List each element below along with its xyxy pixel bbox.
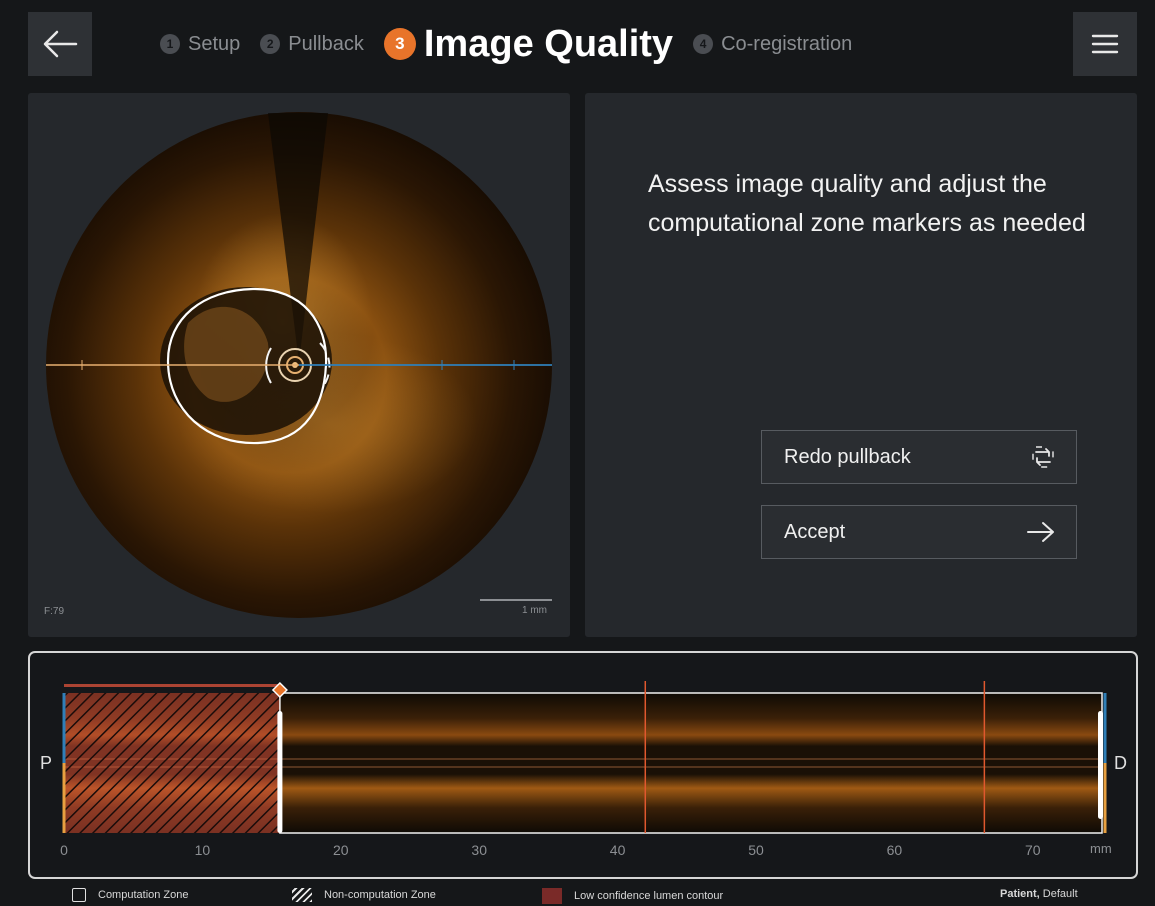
menu-button[interactable] [1073, 12, 1137, 76]
patient-value: Default [1042, 888, 1078, 900]
repeat-icon [1032, 446, 1054, 468]
axis-unit: mm [1090, 841, 1112, 856]
patient-label: Patient, [1000, 888, 1040, 900]
longitudinal-view[interactable]: P D 0 10 20 30 40 50 60 70 mm [28, 651, 1138, 879]
step-pullback[interactable]: 2 Pullback [260, 33, 364, 56]
arrow-right-icon [1027, 522, 1054, 542]
legend-low-confidence-label: Low confidence lumen contour [574, 890, 724, 902]
step-co-registration[interactable]: 4 Co-registration [693, 33, 852, 56]
hamburger-menu-icon [1091, 34, 1119, 54]
patient-info: Patient, Default [1000, 888, 1078, 900]
step-label: Pullback [288, 32, 364, 55]
low-confidence-strip [64, 684, 280, 687]
axis-tick-label: 70 [1025, 842, 1041, 858]
scale-label: 1 mm [522, 605, 547, 616]
redo-pullback-button[interactable]: Redo pullback [761, 430, 1077, 484]
arrow-left-icon [43, 30, 78, 58]
axis-tick-label: 50 [748, 842, 764, 858]
legend-computation-zone: Computation Zone [72, 888, 189, 902]
low-confidence-swatch [542, 888, 562, 904]
start-zone-handle[interactable] [277, 711, 283, 833]
hatch-swatch [292, 888, 312, 902]
axis-tick-label: 10 [195, 842, 211, 858]
step-image-quality[interactable]: 3 Image Quality [383, 22, 674, 66]
accept-button[interactable]: Accept [761, 505, 1077, 559]
page-title: Image Quality [423, 22, 674, 65]
legend: Computation Zone Non-computation Zone Lo… [0, 888, 1155, 906]
axis-tick-label: 60 [887, 842, 903, 858]
axis-tick-label: 40 [610, 842, 626, 858]
accept-label: Accept [784, 520, 846, 543]
step-label: Setup [188, 32, 241, 55]
axis-tick-label: 30 [471, 842, 487, 858]
legend-non-computation-label: Non-computation Zone [324, 889, 436, 901]
legend-non-computation-zone: Non-computation Zone [292, 888, 436, 902]
step-setup[interactable]: 1 Setup [160, 33, 240, 56]
back-button[interactable] [28, 12, 92, 76]
step-number: 2 [260, 34, 281, 54]
step-navigation: 1 Setup 2 Pullback 3 Image Quality 4 Co-… [160, 18, 852, 70]
longitudinal-image[interactable]: 0 10 20 30 40 50 60 70 [30, 653, 1136, 877]
legend-computation-label: Computation Zone [98, 889, 189, 901]
non-computation-zone [64, 693, 280, 833]
step-number: 4 [693, 34, 714, 54]
step-number: 3 [383, 28, 416, 60]
scale-bar [480, 599, 552, 601]
redo-pullback-label: Redo pullback [784, 445, 911, 468]
end-zone-handle[interactable] [1098, 711, 1103, 819]
step-label: Co-registration [721, 32, 853, 55]
oct-cross-section-image[interactable] [28, 93, 570, 637]
cross-section-view[interactable]: F:79 1 mm [28, 93, 570, 637]
instruction-text: Assess image quality and adjust the comp… [648, 170, 1086, 237]
axis-tick-label: 0 [60, 842, 68, 858]
legend-low-confidence: Low confidence lumen contour [542, 888, 723, 904]
frame-number: F:79 [44, 606, 65, 617]
instruction-panel: Assess image quality and adjust the comp… [585, 93, 1137, 637]
axis-tick-label: 20 [333, 842, 349, 858]
step-number: 1 [160, 34, 180, 54]
computation-zone-swatch [72, 888, 86, 902]
